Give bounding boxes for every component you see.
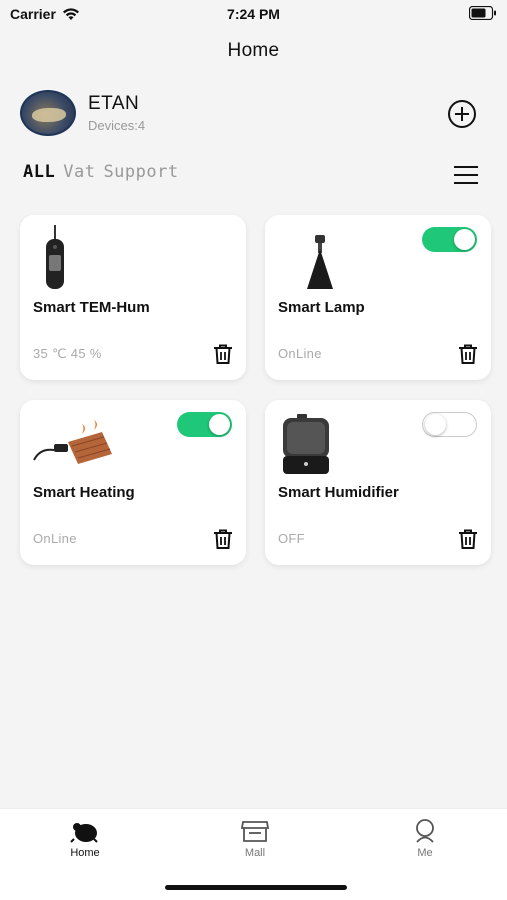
tab-me-label: Me: [417, 847, 433, 859]
menu-icon[interactable]: [454, 166, 478, 186]
tab-vat[interactable]: Vat: [63, 162, 95, 182]
page-title: Home: [227, 40, 280, 61]
trash-icon[interactable]: [457, 343, 479, 365]
power-toggle[interactable]: [422, 227, 477, 252]
heating-mat-image: [33, 420, 112, 464]
device-status: OnLine: [33, 531, 77, 546]
add-device-button[interactable]: [448, 100, 476, 128]
profile-text: ETAN Devices:4: [88, 93, 145, 133]
device-status: 35 ℃ 45 %: [33, 346, 102, 361]
trash-icon[interactable]: [457, 528, 479, 550]
trash-icon[interactable]: [212, 528, 234, 550]
profile-name: ETAN: [88, 93, 140, 114]
home-icon: [70, 823, 98, 843]
device-card-lamp[interactable]: Smart Lamp OnLine: [265, 215, 491, 380]
device-card-humidifier[interactable]: Smart Humidifier OFF: [265, 400, 491, 565]
device-name: Smart Humidifier: [278, 484, 399, 501]
tab-all[interactable]: ALL: [23, 162, 55, 182]
battery-icon: [468, 5, 497, 23]
status-time: 7:24 PM: [227, 6, 280, 22]
avatar[interactable]: [20, 90, 76, 136]
tab-me[interactable]: Me: [385, 819, 465, 859]
tab-mall[interactable]: Mall: [215, 819, 295, 859]
device-count: Devices:4: [88, 118, 146, 133]
device-name: Smart Lamp: [278, 299, 365, 316]
power-toggle[interactable]: [177, 412, 232, 437]
status-bar: Carrier 7:24 PM: [0, 0, 507, 28]
trash-icon[interactable]: [212, 343, 234, 365]
tab-home-label: Home: [70, 847, 100, 859]
power-toggle[interactable]: [422, 412, 477, 437]
tab-mall-label: Mall: [244, 847, 266, 859]
humidifier-image: [283, 414, 329, 474]
device-card-tem-hum[interactable]: Smart TEM-Hum 35 ℃ 45 %: [20, 215, 246, 380]
tab-home[interactable]: Home: [45, 819, 125, 859]
device-name: Smart TEM-Hum: [33, 299, 150, 316]
profile-header[interactable]: ETAN Devices:4: [20, 90, 145, 136]
device-name: Smart Heating: [33, 484, 135, 501]
thermo-hygrometer-image: [46, 225, 64, 289]
tab-support[interactable]: Support: [103, 162, 178, 182]
category-tabs: ALL Vat Support: [23, 162, 179, 182]
lamp-image: [307, 235, 333, 289]
device-card-heating[interactable]: Smart Heating OnLine: [20, 400, 246, 565]
me-icon: [416, 819, 434, 843]
mall-icon: [241, 821, 269, 842]
device-status: OnLine: [278, 346, 322, 361]
home-indicator: [165, 885, 347, 890]
device-status: OFF: [278, 531, 305, 546]
